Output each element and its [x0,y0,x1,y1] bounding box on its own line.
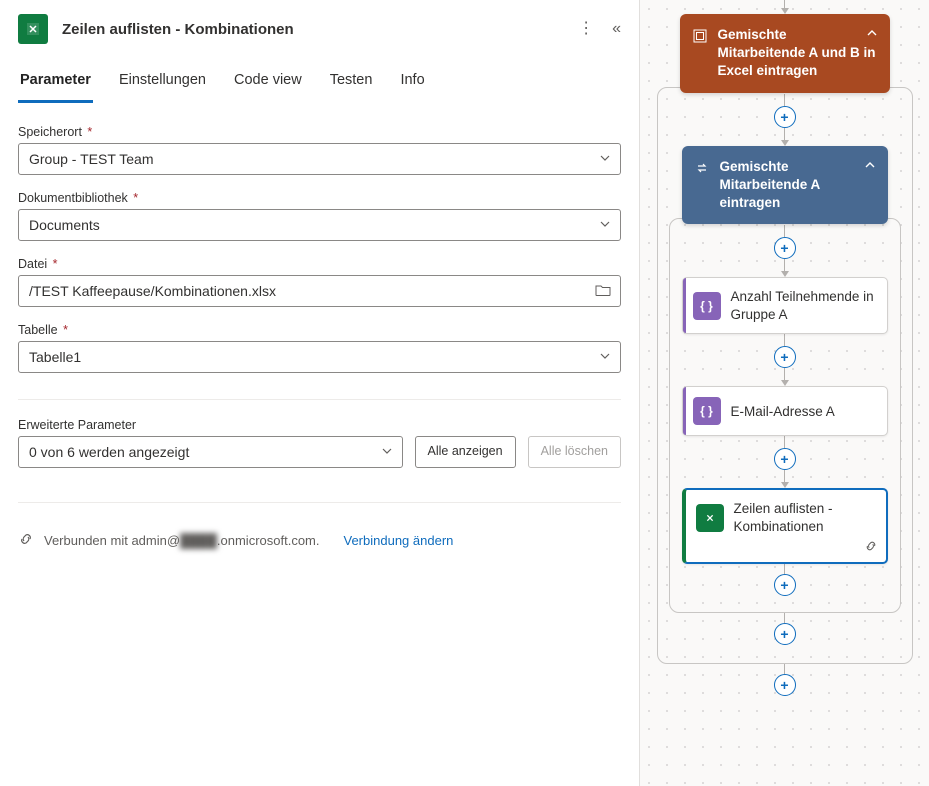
data-operation-icon: { } [693,397,721,425]
file-input[interactable]: /TEST Kaffeepause/Kombinationen.xlsx [18,275,621,307]
link-icon [18,531,34,550]
scope-inner-body: + { } Anzahl Teilnehmende in Gruppe A + … [669,218,901,612]
panel-title: Zeilen auflisten - Kombinationen [62,21,578,38]
scope-outer-title: Gemischte Mitarbeitende A und B in Excel… [718,26,876,81]
advanced-select[interactable]: 0 von 6 werden angezeigt [18,436,403,468]
add-step-button[interactable]: + [774,623,796,645]
loop-icon [694,160,710,176]
action-card[interactable]: { } E-Mail-Adresse A [682,386,888,436]
form-body: Speicherort * Group - TEST Team Dokument… [0,103,639,550]
doclib-label: Dokumentbibliothek * [18,191,621,205]
location-select[interactable]: Group - TEST Team [18,143,621,175]
divider [18,399,621,400]
show-all-button[interactable]: Alle anzeigen [415,436,516,468]
tab-info[interactable]: Info [398,64,426,103]
tab-settings[interactable]: Einstellungen [117,64,208,103]
file-label: Datei * [18,257,621,271]
flow-canvas[interactable]: Gemischte Mitarbeitende A und B in Excel… [640,0,929,786]
doclib-select[interactable]: Documents [18,209,621,241]
scope-outer-body: + Gemischte Mitarbeitende A eintragen + [657,87,913,664]
scope-inner[interactable]: Gemischte Mitarbeitende A eintragen [682,146,888,225]
add-step-button[interactable]: + [774,106,796,128]
tab-codeview[interactable]: Code view [232,64,304,103]
add-step-button[interactable]: + [774,674,796,696]
action-card[interactable]: { } Anzahl Teilnehmende in Gruppe A [682,277,888,334]
scope-outer[interactable]: Gemischte Mitarbeitende A und B in Excel… [680,14,890,93]
chevron-up-icon[interactable] [866,26,878,42]
chevron-up-icon[interactable] [864,158,876,174]
scope-icon [692,28,708,44]
add-step-button[interactable]: + [774,346,796,368]
change-connection-link[interactable]: Verbindung ändern [344,533,454,548]
action-title: E-Mail-Adresse A [731,403,835,421]
tab-parameter[interactable]: Parameter [18,64,93,103]
scope-inner-title: Gemischte Mitarbeitende A eintragen [720,158,874,213]
action-title: Anzahl Teilnehmende in Gruppe A [731,288,875,323]
action-title: Zeilen auflisten - Kombinationen [734,500,874,535]
link-icon [864,539,878,556]
excel-icon [696,504,724,532]
clear-all-button: Alle löschen [528,436,621,468]
excel-icon [18,14,48,44]
divider [18,502,621,503]
table-label: Tabelle * [18,323,621,337]
tabs: Parameter Einstellungen Code view Testen… [0,54,639,103]
details-panel: Zeilen auflisten - Kombinationen ⋮ « Par… [0,0,640,786]
table-select[interactable]: Tabelle1 [18,341,621,373]
panel-header: Zeilen auflisten - Kombinationen ⋮ « [0,0,639,54]
connection-text: Verbunden mit admin@████.onmicrosoft.com… [44,533,320,548]
connection-row: Verbunden mit admin@████.onmicrosoft.com… [18,531,621,550]
advanced-label: Erweiterte Parameter [18,418,621,432]
collapse-icon[interactable]: « [612,21,621,37]
add-step-button[interactable]: + [774,448,796,470]
action-card-selected[interactable]: Zeilen auflisten - Kombinationen [682,488,888,563]
location-label: Speicherort * [18,125,621,139]
arrow-icon [781,140,789,146]
tab-testen[interactable]: Testen [328,64,375,103]
add-step-button[interactable]: + [774,237,796,259]
data-operation-icon: { } [693,292,721,320]
add-step-button[interactable]: + [774,574,796,596]
more-icon[interactable]: ⋮ [578,21,594,37]
